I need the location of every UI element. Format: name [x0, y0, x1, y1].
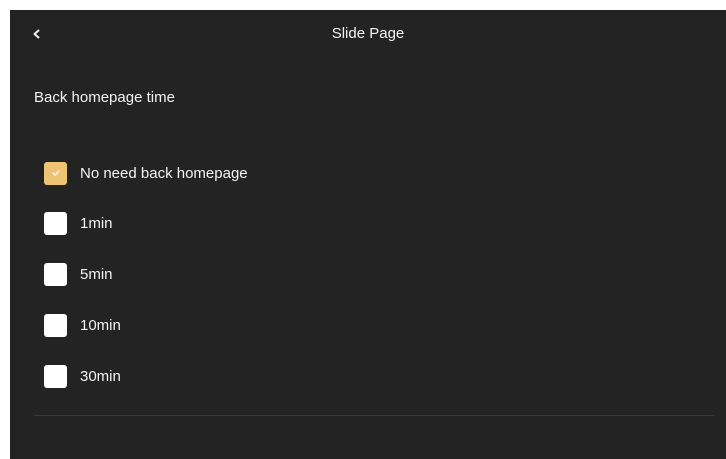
slide-page-screen: Slide Page Back homepage time No need ba… [10, 10, 726, 459]
checkbox[interactable] [44, 212, 67, 235]
divider [34, 415, 714, 416]
option-5min[interactable]: 5min [44, 249, 704, 300]
header-bar: Slide Page [10, 10, 726, 60]
option-list: No need back homepage 1min 5min 10min 30… [44, 148, 704, 402]
option-30min[interactable]: 30min [44, 351, 704, 402]
option-label: 5min [80, 266, 113, 283]
option-label: 30min [80, 368, 121, 385]
section-title: Back homepage time [34, 89, 175, 106]
page-title: Slide Page [331, 25, 405, 42]
checkbox[interactable] [44, 365, 67, 388]
option-label: No need back homepage [80, 164, 248, 182]
option-no-need-back-homepage[interactable]: No need back homepage [44, 148, 704, 198]
option-label: 10min [80, 317, 121, 334]
check-icon [51, 170, 60, 176]
option-10min[interactable]: 10min [44, 300, 704, 351]
checkbox[interactable] [44, 161, 67, 185]
option-1min[interactable]: 1min [44, 198, 704, 249]
checkbox[interactable] [44, 263, 67, 286]
option-label: 1min [80, 215, 113, 232]
checkbox[interactable] [44, 314, 67, 337]
